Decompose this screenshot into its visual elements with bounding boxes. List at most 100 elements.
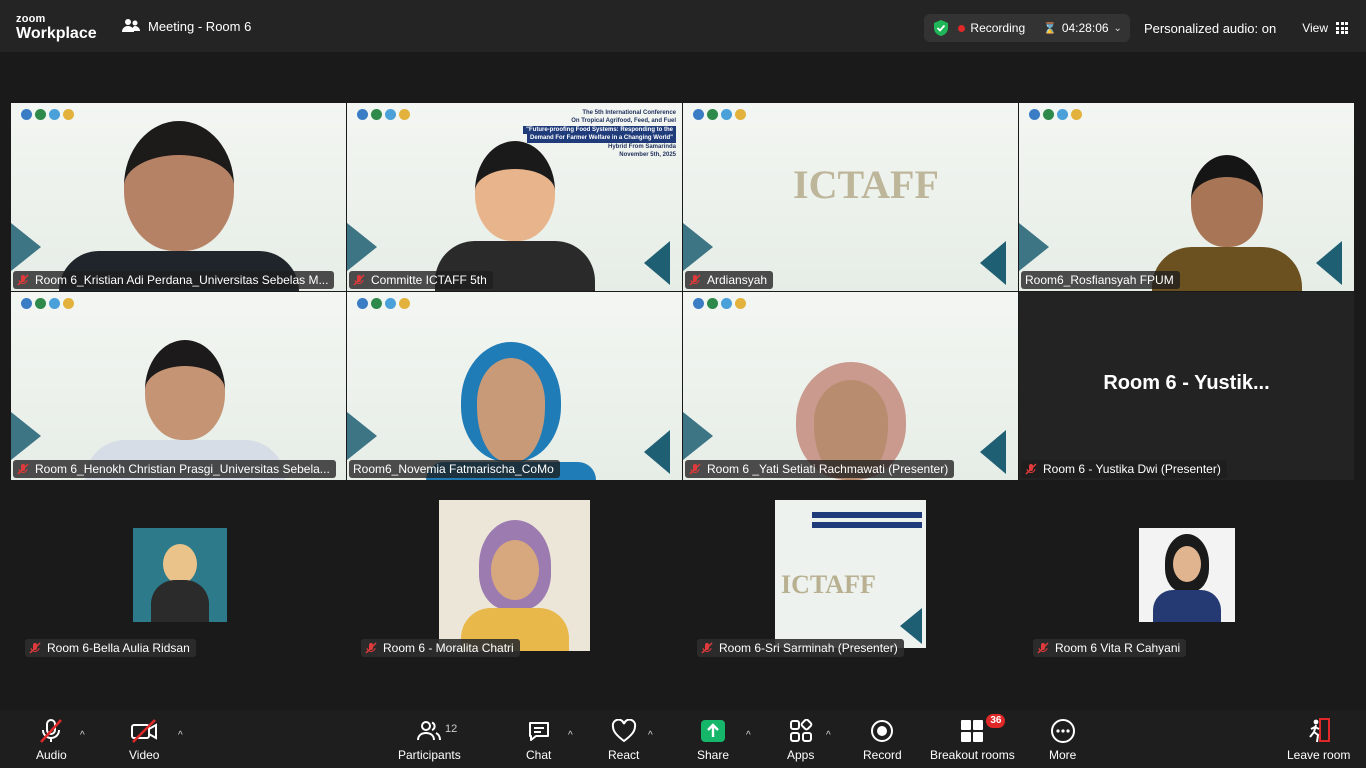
- video-button[interactable]: Video: [129, 718, 159, 762]
- meeting-title: Meeting - Room 6: [148, 18, 252, 34]
- profile-picture: [1139, 528, 1235, 622]
- profile-picture: [439, 500, 590, 651]
- decor-triangle: [683, 223, 713, 271]
- record-dot-icon: [958, 24, 966, 32]
- heart-icon: [611, 719, 636, 743]
- view-button[interactable]: View: [1296, 21, 1354, 35]
- participant-name: Room6_Novemia Fatmarischa_CoMo: [353, 462, 554, 476]
- apps-label: Apps: [787, 748, 815, 762]
- participant-name-label: Room 6 - Moralita Chatri: [361, 639, 520, 657]
- react-options-caret[interactable]: ^: [648, 730, 653, 741]
- mic-muted-icon: [17, 274, 29, 286]
- audio-status[interactable]: Personalized audio: on: [1144, 21, 1276, 36]
- mic-muted-icon: [701, 642, 713, 654]
- video-tile[interactable]: Room 6_Kristian Adi Perdana_Universitas …: [11, 103, 346, 291]
- slide-band1: "Future-proofing Food Systems: Respondin…: [523, 125, 676, 135]
- slide-title: The 5th International Conference: [582, 110, 676, 116]
- breakout-rooms-button[interactable]: 36 Breakout rooms: [930, 714, 1015, 762]
- mic-muted-icon: [40, 719, 63, 743]
- share-options-caret[interactable]: ^: [746, 730, 751, 741]
- mic-muted-icon: [365, 642, 377, 654]
- avatar: [434, 141, 595, 291]
- chat-icon: [528, 722, 549, 741]
- video-tile[interactable]: Room 6 _Yati Setiati Rachmawati (Present…: [683, 292, 1018, 480]
- react-button[interactable]: React: [608, 718, 639, 762]
- chevron-down-icon: ⌄: [1113, 22, 1122, 34]
- apps-icon: [789, 719, 813, 742]
- audio-button[interactable]: Audio: [36, 718, 67, 762]
- participant-name: Room 6 - Yustika Dwi (Presenter): [1043, 462, 1221, 476]
- slide-logos: [21, 109, 74, 120]
- video-tile-small[interactable]: Room 6 - Moralita Chatri: [347, 492, 682, 682]
- audio-options-caret[interactable]: ^: [80, 730, 85, 741]
- mic-muted-icon: [353, 274, 365, 286]
- ictaff-logo: ICTAFF: [781, 570, 876, 599]
- mic-muted-icon: [689, 274, 701, 286]
- participant-name: Room 6-Bella Aulia Ridsan: [47, 641, 190, 655]
- video-tile-small[interactable]: ICTAFF Room 6-Sri Sarminah (Presenter): [683, 492, 1018, 682]
- video-tile[interactable]: Room6_Rosfiansyah FPUM: [1019, 103, 1354, 291]
- participant-name: Room 6-Sri Sarminah (Presenter): [719, 641, 898, 655]
- breakout-label: Breakout rooms: [930, 748, 1015, 762]
- participant-name-label: Room6_Novemia Fatmarischa_CoMo: [349, 460, 560, 478]
- chat-options-caret[interactable]: ^: [568, 730, 573, 741]
- participant-name: Room 6 - Moralita Chatri: [383, 641, 514, 655]
- participant-display-name: Room 6 - Yustik...: [1103, 372, 1270, 394]
- timer-value: 04:28:06: [1061, 21, 1109, 35]
- profile-picture: [133, 528, 227, 622]
- share-screen-icon: [701, 720, 726, 742]
- participant-name: Room6_Rosfiansyah FPUM: [1025, 273, 1174, 287]
- recording-label: Recording: [970, 21, 1026, 35]
- mic-muted-icon: [1037, 642, 1049, 654]
- decor-triangle: [11, 412, 41, 460]
- leave-label: Leave room: [1287, 748, 1351, 762]
- video-options-caret[interactable]: ^: [178, 730, 183, 741]
- video-label: Video: [129, 748, 160, 762]
- slide-line2: On Tropical Agrifood, Feed, and Fuel: [571, 118, 676, 125]
- share-button[interactable]: Share: [697, 718, 729, 762]
- meeting-toolbar: Audio ^ Video ^ Participants 12 Chat ^ R…: [0, 710, 1366, 768]
- participant-name-label: Committe ICTAFF 5th: [349, 271, 493, 289]
- participant-name-label: Room 6 Vita R Cahyani: [1033, 639, 1187, 657]
- participants-icon: [417, 721, 442, 741]
- recording-pill[interactable]: Recording ⌛ 04:28:06 ⌄: [924, 14, 1130, 42]
- more-button[interactable]: More: [1049, 718, 1076, 762]
- video-tile[interactable]: Room 6_Henokh Christian Prasgi_Universit…: [11, 292, 346, 480]
- apps-options-caret[interactable]: ^: [826, 730, 831, 741]
- leave-room-button[interactable]: Leave room: [1287, 718, 1350, 762]
- slide-logos: [357, 298, 410, 309]
- hourglass-icon: ⌛: [1043, 22, 1057, 35]
- camera-off-icon: [131, 719, 158, 743]
- video-tile[interactable]: ICTAFF Ardiansyah: [683, 103, 1018, 291]
- status-area: Recording ⌛ 04:28:06 ⌄ Personalized audi…: [924, 14, 1354, 42]
- participants-label: Participants: [398, 748, 461, 762]
- timer[interactable]: ⌛ 04:28:06 ⌄: [1043, 21, 1122, 35]
- video-tile-small[interactable]: Room 6-Bella Aulia Ridsan: [11, 492, 346, 682]
- video-tile-camera-off[interactable]: Room 6 - Yustik... Room 6 - Yustika Dwi …: [1019, 292, 1354, 480]
- top-bar: zoom Workplace Meeting - Room 6 Recordin…: [0, 0, 1366, 52]
- record-label: Record: [863, 748, 902, 762]
- apps-button[interactable]: Apps: [787, 718, 814, 762]
- video-tile-active-speaker[interactable]: Room6_Novemia Fatmarischa_CoMo: [347, 292, 682, 480]
- meeting-info[interactable]: Meeting - Room 6: [122, 18, 251, 34]
- participant-name-label: Room 6_Kristian Adi Perdana_Universitas …: [13, 271, 335, 289]
- participant-video: [58, 121, 299, 291]
- chat-button[interactable]: Chat: [526, 718, 551, 762]
- record-icon: [871, 720, 894, 742]
- mic-muted-icon: [29, 642, 41, 654]
- logo-line2: Workplace: [16, 25, 97, 42]
- video-tile-small[interactable]: Room 6 Vita R Cahyani: [1019, 492, 1354, 682]
- logo-line1: zoom: [16, 13, 46, 25]
- participant-name: Room 6_Henokh Christian Prasgi_Universit…: [35, 462, 330, 476]
- mic-muted-icon: [1025, 463, 1037, 475]
- breakout-count-badge: 36: [986, 714, 1006, 728]
- video-tile[interactable]: The 5th International Conference On Trop…: [347, 103, 682, 291]
- zoom-logo: zoom Workplace: [16, 14, 97, 42]
- participant-video: [85, 340, 286, 480]
- mic-muted-icon: [17, 463, 29, 475]
- decor-triangle: [347, 412, 377, 460]
- audio-label: Audio: [36, 748, 67, 762]
- mic-muted-icon: [689, 463, 701, 475]
- record-button[interactable]: Record: [863, 718, 902, 762]
- participant-name-label: Room 6 - Yustika Dwi (Presenter): [1021, 460, 1227, 478]
